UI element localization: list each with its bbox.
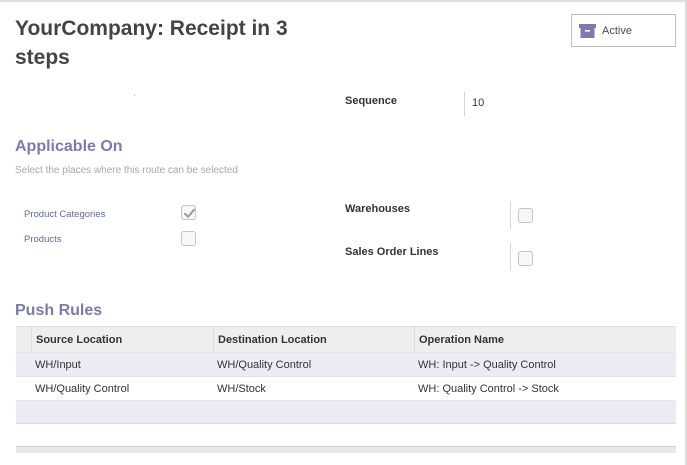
- products-checkbox[interactable]: [181, 231, 196, 246]
- page-title: YourCompany: Receipt in 3 steps: [15, 17, 288, 69]
- row-handle-cell: [16, 353, 31, 376]
- sequence-separator: [464, 92, 465, 116]
- header-handle-cell: [16, 327, 31, 352]
- sequence-label: Sequence: [345, 95, 397, 107]
- table-header: Source Location Destination Location Ope…: [16, 326, 676, 352]
- sales-order-lines-label: Sales Order Lines: [345, 246, 439, 258]
- push-rules-table: Source Location Destination Location Ope…: [16, 326, 676, 424]
- table-row[interactable]: WH/Input WH/Quality Control WH: Input ->…: [16, 352, 676, 376]
- active-button-label: Active: [602, 24, 632, 37]
- sales-order-lines-checkbox[interactable]: [518, 251, 533, 266]
- warehouses-checkbox[interactable]: [518, 208, 533, 223]
- applicable-on-hint: Select the places where this route can b…: [15, 165, 238, 176]
- product-categories-checkbox[interactable]: [181, 205, 196, 220]
- product-categories-label: Product Categories: [24, 209, 106, 220]
- sequence-field[interactable]: 10: [472, 97, 484, 109]
- products-label: Products: [24, 234, 62, 245]
- row-handle-cell: [16, 377, 31, 400]
- column-header-operation[interactable]: Operation Name: [414, 327, 676, 352]
- horizontal-scrollbar[interactable]: [16, 446, 676, 453]
- active-toggle-button[interactable]: Active: [571, 14, 676, 47]
- sales-order-lines-separator: [510, 243, 511, 271]
- checkmark-icon: [184, 208, 195, 218]
- applicable-on-title: Applicable On: [15, 138, 123, 155]
- cell-destination: WH/Quality Control: [217, 358, 312, 371]
- warehouses-separator: [510, 201, 511, 229]
- cell-source: WH/Input: [35, 358, 81, 371]
- push-rules-title: Push Rules: [15, 302, 103, 319]
- window-top-border: [0, 0, 687, 2]
- cell-operation: WH: Quality Control -> Stock: [418, 382, 559, 395]
- table-row[interactable]: WH/Quality Control WH/Stock WH: Quality …: [16, 376, 676, 400]
- field-marker: [134, 94, 135, 96]
- archive-icon: [579, 23, 596, 39]
- cell-destination: WH/Stock: [217, 382, 266, 395]
- table-empty-row: [16, 400, 676, 424]
- cell-operation: WH: Input -> Quality Control: [418, 358, 556, 371]
- column-header-source[interactable]: Source Location: [31, 327, 213, 352]
- warehouses-label: Warehouses: [345, 203, 411, 215]
- column-header-destination[interactable]: Destination Location: [213, 327, 414, 352]
- cell-source: WH/Quality Control: [35, 382, 130, 395]
